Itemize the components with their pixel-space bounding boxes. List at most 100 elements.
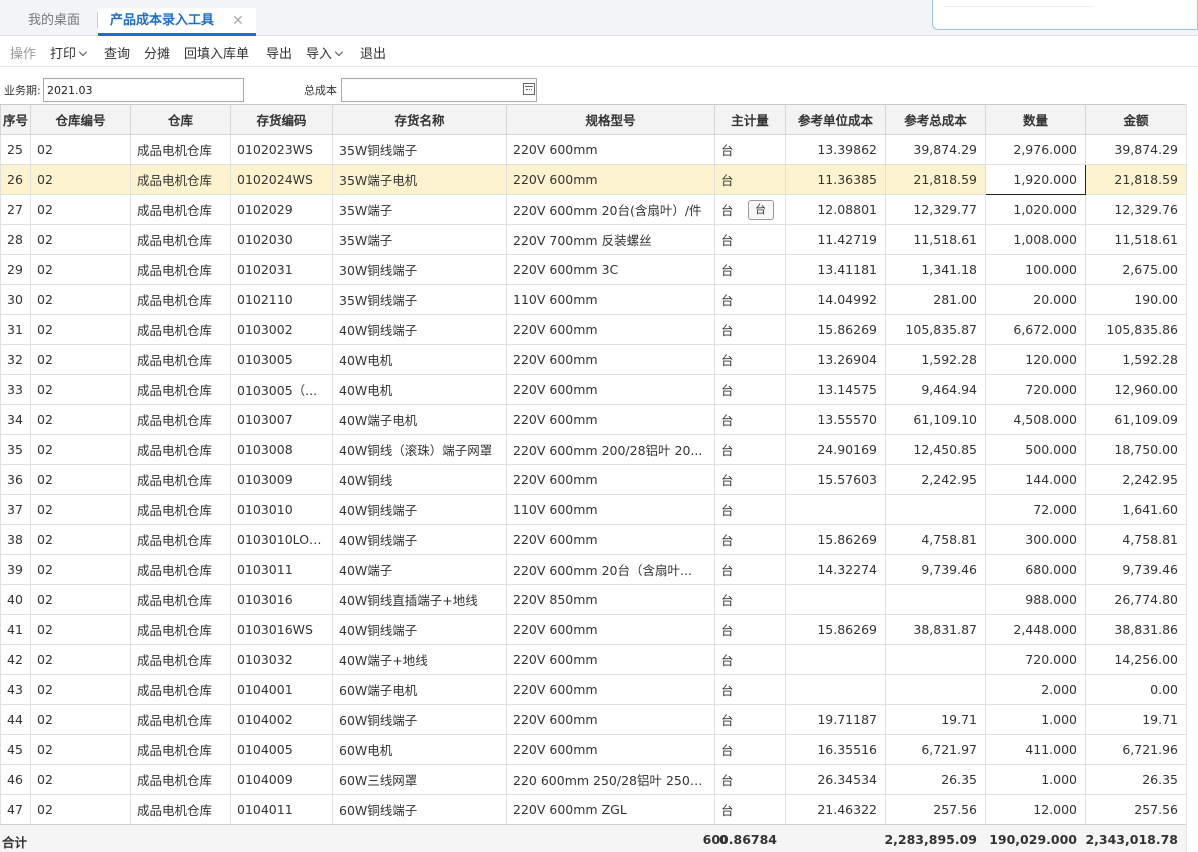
tab-my-desktop[interactable]: 我的桌面 (28, 8, 80, 36)
cell-ref-total-cost[interactable]: 11,518.61 (885, 224, 986, 255)
export-button[interactable]: 导出 (266, 43, 292, 62)
cell-ref-total-cost[interactable]: 257.56 (885, 794, 986, 825)
cell-ref-unit-cost[interactable]: 15.86269 (785, 614, 886, 645)
table-row[interactable]: 32 02 成品电机仓库 0103005 40W电机 220V 600mm 台 13.2690… (0, 344, 1187, 375)
cell-amount[interactable]: 0.00 (1085, 674, 1187, 705)
cell-ref-unit-cost[interactable]: 15.86269 (785, 524, 886, 555)
table-row[interactable]: 27 02 成品电机仓库 0102029 35W端子 220V 600mm 20台(含扇叶… (0, 194, 1187, 225)
cell-amount[interactable]: 6,721.96 (1085, 734, 1187, 765)
header-col-amount[interactable]: 金额 (1085, 104, 1187, 135)
cell-quantity[interactable]: 1,920.000 (985, 164, 1086, 195)
cell-ref-total-cost[interactable] (885, 644, 986, 675)
table-row[interactable]: 35 02 成品电机仓库 0103008 40W铜线（滚珠）端子网罩 220V 600mm… (0, 434, 1187, 465)
cell-amount[interactable]: 257.56 (1085, 794, 1187, 825)
allocate-button[interactable]: 分摊 (144, 43, 170, 62)
query-button[interactable]: 查询 (104, 43, 130, 62)
close-icon[interactable]: ✕ (232, 8, 244, 34)
cell-ref-total-cost[interactable]: 1,341.18 (885, 254, 986, 285)
cell-ref-total-cost[interactable]: 12,329.77 (885, 194, 986, 225)
cell-quantity[interactable]: 72.000 (985, 494, 1086, 525)
table-row[interactable]: 28 02 成品电机仓库 0102030 35W端子 220V 700mm 反装螺丝台 11… (0, 224, 1187, 255)
cell-ref-unit-cost[interactable]: 16.35516 (785, 734, 886, 765)
table-row[interactable]: 34 02 成品电机仓库 0103007 40W端子电机 220V 600mm 台 13.55… (0, 404, 1187, 435)
cell-amount[interactable]: 21,818.59 (1085, 164, 1187, 195)
cell-amount[interactable]: 4,758.81 (1085, 524, 1187, 555)
cell-ref-unit-cost[interactable] (785, 644, 886, 675)
cell-ref-total-cost[interactable]: 2,242.95 (885, 464, 986, 495)
cell-ref-unit-cost[interactable]: 11.36385 (785, 164, 886, 195)
cell-ref-unit-cost[interactable]: 19.71187 (785, 704, 886, 735)
cell-ref-unit-cost[interactable] (785, 674, 886, 705)
unit-picker-button[interactable]: 台 (747, 199, 774, 220)
print-button[interactable]: 打印 (50, 43, 88, 62)
table-row[interactable]: 38 02 成品电机仓库 0103010LOGO 40W铜线端子 220V 600mm 台 1… (0, 524, 1187, 555)
cell-ref-unit-cost[interactable]: 21.46322 (785, 794, 886, 825)
cell-ref-unit-cost[interactable]: 14.32274 (785, 554, 886, 585)
cell-quantity[interactable]: 680.000 (985, 554, 1086, 585)
cell-quantity[interactable]: 1.000 (985, 704, 1086, 735)
header-col-unit[interactable]: 主计量 (714, 104, 786, 135)
cell-ref-total-cost[interactable]: 9,739.46 (885, 554, 986, 585)
cell-ref-total-cost[interactable]: 105,835.87 (885, 314, 986, 345)
cell-amount[interactable]: 9,739.46 (1085, 554, 1187, 585)
cell-ref-unit-cost[interactable]: 13.26904 (785, 344, 886, 375)
table-row[interactable]: 41 02 成品电机仓库 0103016WS 40W铜线端子 220V 600mm 台 15.… (0, 614, 1187, 645)
header-col-warehouse-code[interactable]: 仓库编号 (30, 104, 131, 135)
cell-quantity[interactable]: 720.000 (985, 644, 1086, 675)
cell-ref-total-cost[interactable]: 9,464.94 (885, 374, 986, 405)
cell-quantity[interactable]: 988.000 (985, 584, 1086, 615)
cell-ref-unit-cost[interactable]: 14.04992 (785, 284, 886, 315)
header-col-quantity[interactable]: 数量 (985, 104, 1086, 135)
cell-ref-unit-cost[interactable]: 12.08801 (785, 194, 886, 225)
period-input[interactable] (43, 78, 244, 102)
cell-ref-unit-cost[interactable]: 15.57603 (785, 464, 886, 495)
table-row[interactable]: 30 02 成品电机仓库 0102110 35W铜线端子 110V 600mm 台 14.04… (0, 284, 1187, 315)
cell-ref-total-cost[interactable]: 1,592.28 (885, 344, 986, 375)
cell-amount[interactable]: 12,329.76 (1085, 194, 1187, 225)
table-row[interactable]: 40 02 成品电机仓库 0103016 40W铜线直插端子+地线 220V 850mm 台… (0, 584, 1187, 615)
table-row[interactable]: 26 02 成品电机仓库 0102024WS 35W端子电机 220V 600mm 台 11.… (0, 164, 1187, 195)
cell-quantity[interactable]: 2.000 (985, 674, 1086, 705)
cell-quantity[interactable]: 20.000 (985, 284, 1086, 315)
table-row[interactable]: 37 02 成品电机仓库 0103010 40W铜线端子 110V 600mm 台 72.00… (0, 494, 1187, 525)
cell-quantity[interactable]: 411.000 (985, 734, 1086, 765)
cell-ref-total-cost[interactable]: 4,758.81 (885, 524, 986, 555)
cell-quantity[interactable]: 12.000 (985, 794, 1086, 825)
cell-quantity[interactable]: 6,672.000 (985, 314, 1086, 345)
cell-ref-unit-cost[interactable] (785, 494, 886, 525)
table-row[interactable]: 36 02 成品电机仓库 0103009 40W铜线 220V 600mm 台 15.5760… (0, 464, 1187, 495)
cell-ref-unit-cost[interactable]: 11.42719 (785, 224, 886, 255)
cell-ref-unit-cost[interactable] (785, 584, 886, 615)
cell-quantity[interactable]: 144.000 (985, 464, 1086, 495)
cell-ref-unit-cost[interactable]: 13.41181 (785, 254, 886, 285)
table-row[interactable]: 42 02 成品电机仓库 0103032 40W端子+地线 220V 600mm 台 720.… (0, 644, 1187, 675)
cell-amount[interactable]: 18,750.00 (1085, 434, 1187, 465)
exit-button[interactable]: 退出 (360, 43, 386, 62)
cell-ref-total-cost[interactable]: 26.35 (885, 764, 986, 795)
table-row[interactable]: 46 02 成品电机仓库 0104009 60W三线网罩 220 600mm 250/28… (0, 764, 1187, 795)
cell-amount[interactable]: 12,960.00 (1085, 374, 1187, 405)
cell-ref-total-cost[interactable]: 281.00 (885, 284, 986, 315)
backfill-receipt-button[interactable]: 回填入库单 (184, 43, 249, 62)
cell-amount[interactable]: 26,774.80 (1085, 584, 1187, 615)
cell-ref-total-cost[interactable] (885, 674, 986, 705)
cell-amount[interactable]: 38,831.86 (1085, 614, 1187, 645)
cell-quantity[interactable]: 1,020.000 (985, 194, 1086, 225)
cell-quantity[interactable]: 1,008.000 (985, 224, 1086, 255)
cell-amount[interactable]: 19.71 (1085, 704, 1187, 735)
cell-ref-total-cost[interactable]: 38,831.87 (885, 614, 986, 645)
header-col-ref-total-cost[interactable]: 参考总成本 (885, 104, 986, 135)
cell-amount[interactable]: 14,256.00 (1085, 644, 1187, 675)
cell-quantity[interactable]: 2,448.000 (985, 614, 1086, 645)
vertical-scrollbar[interactable] (1186, 104, 1198, 852)
cell-amount[interactable]: 1,641.60 (1085, 494, 1187, 525)
cell-ref-total-cost[interactable]: 12,450.85 (885, 434, 986, 465)
cell-quantity[interactable]: 500.000 (985, 434, 1086, 465)
cell-ref-total-cost[interactable] (885, 494, 986, 525)
cell-amount[interactable]: 2,242.95 (1085, 464, 1187, 495)
tab-product-cost-entry[interactable]: 产品成本录入工具 ✕ (98, 8, 256, 36)
header-col-item-code[interactable]: 存货编码 (230, 104, 333, 135)
table-row[interactable]: 43 02 成品电机仓库 0104001 60W端子电机 220V 600mm 台 2.000… (0, 674, 1187, 705)
cell-ref-total-cost[interactable] (885, 584, 986, 615)
cell-quantity[interactable]: 120.000 (985, 344, 1086, 375)
